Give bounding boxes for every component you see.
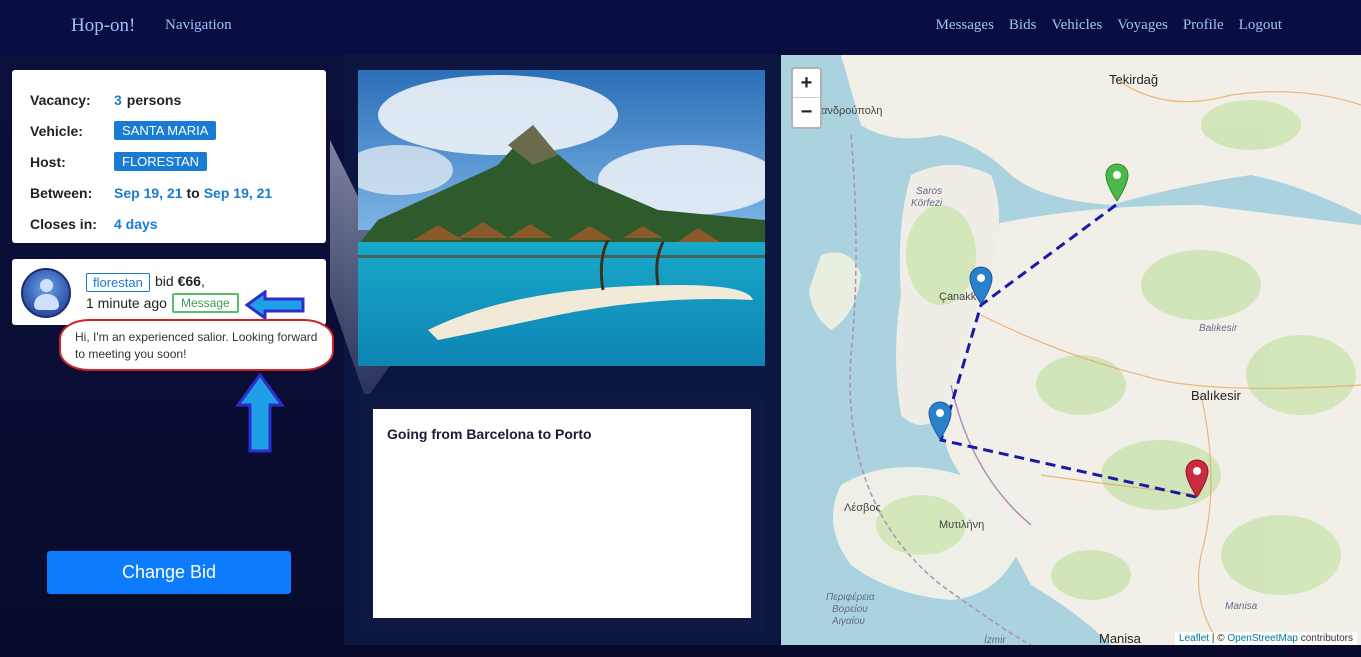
change-bid-button[interactable]: Change Bid — [47, 551, 291, 594]
start-marker-icon[interactable] — [1104, 162, 1130, 202]
waypoint-marker-icon[interactable] — [927, 400, 953, 440]
zoom-out-button[interactable]: − — [793, 98, 820, 127]
nav-messages[interactable]: Messages — [936, 17, 994, 34]
closes-value: 4 days — [114, 215, 158, 232]
nav-logout[interactable]: Logout — [1239, 17, 1282, 34]
map-label: Tekirdağ — [1109, 72, 1159, 87]
bidder-tag[interactable]: florestan — [86, 273, 150, 292]
map-label: İzmir — [984, 635, 1006, 645]
map-label: Manisa — [1225, 601, 1258, 612]
voyage-description: Going from Barcelona to Porto — [373, 409, 751, 618]
map-label: Μυτιλήνη — [939, 519, 985, 531]
leaflet-link[interactable]: Leaflet — [1179, 633, 1209, 644]
map-label: Βορείου — [832, 604, 868, 615]
host-tag[interactable]: FLORESTAN — [114, 152, 208, 171]
top-navbar: Hop-on! Navigation Messages Bids Vehicle… — [0, 0, 1361, 55]
voyage-photo — [358, 70, 765, 366]
bid-word: bid — [155, 273, 174, 289]
between-to: to — [186, 184, 200, 201]
map-label: Balıkesir — [1199, 323, 1238, 334]
nav-bids[interactable]: Bids — [1009, 17, 1037, 34]
avatar-head-shape — [40, 279, 53, 292]
route-map[interactable]: Tekirdağ ανδρούπολη Saros Körfezi Çanakk… — [781, 55, 1361, 645]
message-popup: Hi, I'm an experienced salior. Looking f… — [59, 319, 334, 371]
nav-voyages[interactable]: Voyages — [1117, 17, 1168, 34]
between-label: Between: — [30, 184, 93, 201]
avatar-body-shape — [34, 294, 59, 310]
closes-row: Closes in: 4 days — [30, 208, 308, 239]
navigation-link[interactable]: Navigation — [165, 17, 232, 34]
vacancy-count: 3 — [114, 91, 122, 108]
vehicle-label: Vehicle: — [30, 122, 83, 139]
brand-link[interactable]: Hop-on! — [71, 15, 135, 37]
host-row: Host: FLORESTAN — [30, 146, 308, 177]
vacancy-unit: persons — [126, 91, 182, 108]
annotation-up-arrow-icon — [236, 373, 284, 453]
between-end-date: Sep 19, 21 — [203, 184, 273, 201]
message-button[interactable]: Message — [172, 293, 239, 313]
voyage-info-card: Vacancy: 3 persons Vehicle: SANTA MARIA … — [12, 70, 326, 243]
vacancy-label: Vacancy: — [30, 91, 91, 108]
map-label: Saros — [916, 186, 943, 197]
attribution-contributors: contributors — [1297, 633, 1353, 644]
map-label: ανδρούπολη — [821, 105, 883, 117]
between-start-date: Sep 19, 21 — [114, 184, 183, 201]
nav-menu: Messages Bids Vehicles Voyages Profile L… — [936, 17, 1282, 34]
map-label: Αιγαίου — [832, 616, 865, 627]
closes-label: Closes in: — [30, 215, 97, 232]
bid-amount: €66 — [177, 273, 201, 289]
nav-profile[interactable]: Profile — [1183, 17, 1224, 34]
map-attribution: Leaflet | © OpenStreetMap contributors — [1175, 632, 1357, 645]
zoom-in-button[interactable]: + — [793, 69, 820, 98]
map-label: Λέσβος — [844, 502, 881, 514]
tropical-island-image — [358, 70, 765, 366]
map-tiles — [809, 55, 1361, 645]
map-label: Körfezi — [911, 198, 943, 209]
bid-text: bid €66, — [155, 273, 205, 289]
annotation-left-arrow-icon — [245, 290, 305, 320]
vacancy-row: Vacancy: 3 persons — [30, 84, 308, 115]
end-marker-icon[interactable] — [1184, 458, 1210, 498]
bid-time: 1 minute ago — [86, 295, 167, 311]
vehicle-row: Vehicle: SANTA MARIA — [30, 115, 308, 146]
nav-vehicles[interactable]: Vehicles — [1051, 17, 1102, 34]
avatar — [21, 268, 71, 318]
host-label: Host: — [30, 153, 66, 170]
map-zoom-control: + − — [791, 67, 822, 129]
vehicle-tag[interactable]: SANTA MARIA — [114, 121, 217, 140]
map-label: Περιφέρεια — [826, 592, 875, 603]
map-label: Balıkesir — [1191, 388, 1241, 403]
between-row: Between: Sep 19, 21 to Sep 19, 21 — [30, 177, 308, 208]
map-label: Çanakk — [939, 291, 977, 303]
map-label: Manisa — [1099, 631, 1141, 645]
attribution-separator: | © — [1209, 633, 1228, 644]
osm-link[interactable]: OpenStreetMap — [1227, 633, 1298, 644]
